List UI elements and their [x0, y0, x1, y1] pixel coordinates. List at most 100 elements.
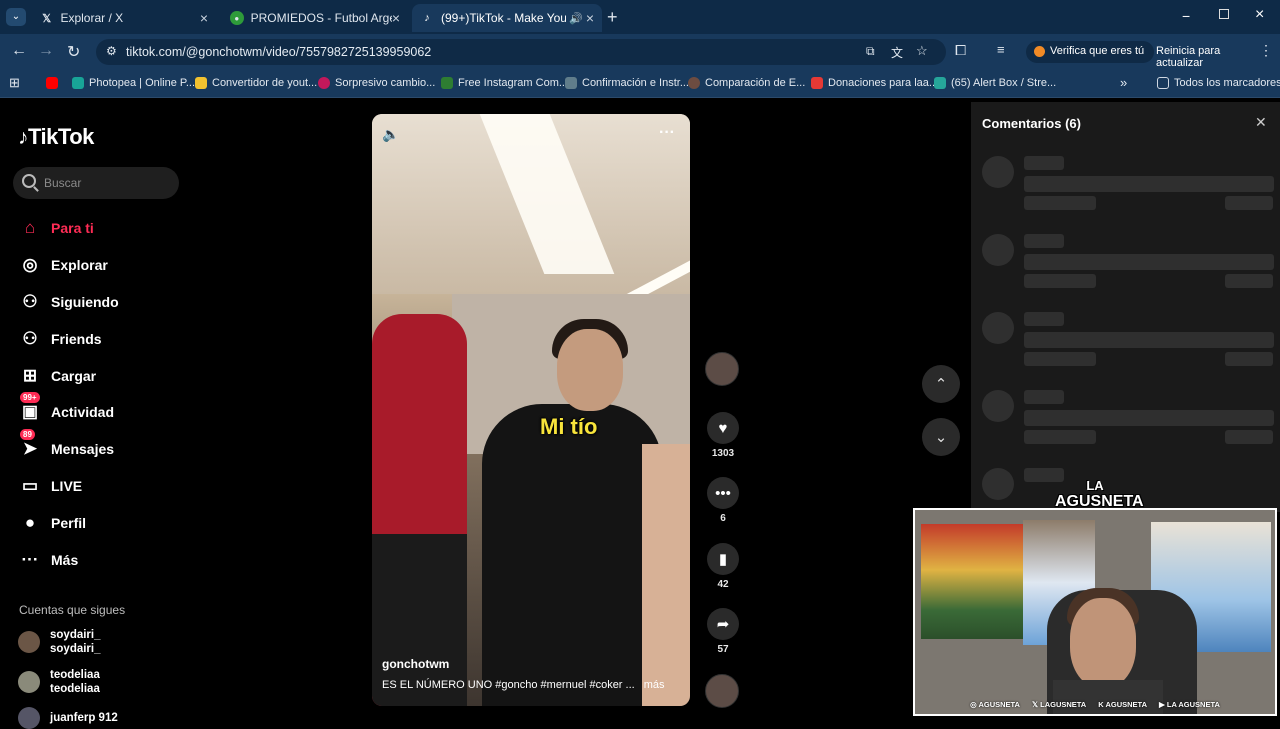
nav-label: Más: [51, 552, 79, 568]
tab-title: Explorar / X: [60, 11, 124, 25]
skeleton-line: [1225, 430, 1273, 444]
volume-icon[interactable]: 🔈: [382, 126, 399, 143]
close-tab-icon[interactable]: ×: [392, 10, 400, 26]
compass-icon: ◎: [22, 255, 38, 274]
install-app-icon[interactable]: ⧉: [866, 44, 875, 59]
tab-explorar-x[interactable]: 𝕏 Explorar / X ×: [32, 4, 216, 32]
avatar: [18, 671, 40, 693]
tab-search-button[interactable]: ⌄: [6, 8, 26, 26]
previous-video-button[interactable]: ⌃: [922, 365, 960, 403]
news-icon: [318, 77, 330, 89]
close-tab-icon[interactable]: ×: [200, 10, 208, 26]
video-username[interactable]: gonchotwm: [382, 657, 449, 671]
like-button[interactable]: ♥ 1303: [706, 412, 740, 459]
more-link[interactable]: más: [644, 679, 665, 691]
followed-account[interactable]: teodeliaa teodeliaa: [18, 668, 100, 696]
notification-badge: 89: [20, 429, 35, 440]
skeleton-line: [1225, 352, 1273, 366]
tab-promiedos[interactable]: ● PROMIEDOS - Futbol Argentino ×: [222, 4, 408, 32]
skeleton-line: [1024, 254, 1274, 270]
heart-icon: ♥: [707, 412, 739, 444]
share-button[interactable]: ➦ 57: [706, 608, 740, 655]
bookmark-label: Photopea | Online P...: [89, 77, 196, 89]
more-options-icon[interactable]: ···: [659, 124, 675, 142]
skeleton-line: [1024, 274, 1096, 288]
nav-item-cargar[interactable]: ⊞ Cargar: [20, 364, 96, 388]
nav-item-explorar[interactable]: ◎ Explorar: [20, 253, 108, 277]
site-info-icon[interactable]: ⚙: [106, 44, 117, 58]
tiktok-logo[interactable]: ♪TikTok: [18, 124, 94, 150]
promiedos-icon: ●: [230, 11, 244, 25]
tab-tiktok[interactable]: ♪ (99+)TikTok - Make Your Day 🔊 ×: [412, 4, 602, 32]
creator-avatar[interactable]: [705, 352, 739, 386]
all-bookmarks-button[interactable]: Todos los marcadores: [1157, 77, 1280, 89]
nav-item-para-ti[interactable]: ⌂ Para ti: [20, 216, 94, 240]
forward-button[interactable]: →: [38, 42, 54, 60]
url-text: tiktok.com/@gonchotwm/video/755798272513…: [126, 45, 432, 59]
nav-item-mensajes[interactable]: ➤ Mensajes: [20, 437, 114, 461]
account-name: juanferp 912: [50, 712, 118, 724]
next-video-button[interactable]: ⌄: [922, 418, 960, 456]
search-input[interactable]: Buscar: [13, 167, 179, 199]
friends-icon: ⚇: [22, 329, 38, 348]
bookmark-item[interactable]: Donaciones para laa...: [811, 77, 938, 89]
share-icon: ➦: [707, 608, 739, 640]
video-player[interactable]: Mi tío 🔈 ··· gonchotwm ES EL NÚMERO UNO …: [372, 114, 690, 706]
close-tab-icon[interactable]: ×: [586, 10, 594, 26]
apps-grid-icon[interactable]: ⊞: [9, 75, 20, 91]
reload-button[interactable]: ↻: [67, 42, 80, 62]
followed-account[interactable]: juanferp 912: [18, 707, 118, 729]
chevron-up-icon: ⌃: [934, 376, 948, 393]
bookmark-item[interactable]: Confirmación e Instr...: [565, 77, 689, 89]
extensions-icon[interactable]: ⧠: [955, 42, 966, 59]
kick-handle: K AGUSNETA: [1098, 699, 1147, 709]
nav-item-más[interactable]: ··· Más: [20, 548, 79, 572]
comment-icon: •••: [707, 477, 739, 509]
nav-item-friends[interactable]: ⚇ Friends: [20, 327, 101, 351]
following-title: Cuentas que sigues: [19, 603, 126, 617]
bookmark-item[interactable]: Comparación de E...: [688, 77, 805, 89]
url-bar[interactable]: ⚙ tiktok.com/@gonchotwm/video/7557982725…: [96, 39, 946, 65]
bookmark-item[interactable]: Convertidor de yout...: [195, 77, 317, 89]
new-tab-button[interactable]: +: [607, 7, 618, 28]
bookmark-item[interactable]: (65) Alert Box / Stre...: [934, 77, 1056, 89]
bookmark-star-icon[interactable]: ☆: [916, 43, 928, 59]
address-toolbar: ← → ↻ ⚙ tiktok.com/@gonchotwm/video/7557…: [0, 34, 1280, 70]
bookmark-item[interactable]: Photopea | Online P...: [72, 77, 195, 89]
bookmark-label: Donaciones para laa...: [828, 77, 939, 89]
bookmark-item[interactable]: Free Instagram Com...: [441, 77, 568, 89]
speaker-icon[interactable]: 🔊: [569, 12, 583, 25]
skeleton-line: [1024, 156, 1064, 170]
bookmark-label: Confirmación e Instr...: [582, 77, 689, 89]
nav-item-siguiendo[interactable]: ⚇ Siguiendo: [20, 290, 118, 314]
maximize-button[interactable]: [1219, 9, 1229, 19]
comment-count: 6: [720, 513, 726, 524]
youtube-icon: [46, 77, 58, 89]
webcam-brand-logo: LA AGUSNETA: [1055, 478, 1144, 511]
media-control-icon[interactable]: ≡: [997, 42, 1005, 57]
verify-button[interactable]: Verifica que eres tú: [1026, 41, 1155, 63]
more-bookmarks-button[interactable]: »: [1120, 75, 1127, 90]
menu-icon[interactable]: ⋮: [1259, 42, 1273, 59]
upload-icon: ⊞: [22, 366, 38, 385]
skeleton-avatar: [982, 156, 1014, 188]
skeleton-line: [1024, 196, 1096, 210]
nav-label: Perfil: [51, 515, 87, 531]
nav-item-live[interactable]: ▭ LIVE: [20, 474, 82, 498]
comment-button[interactable]: ••• 6: [706, 477, 740, 524]
minimize-button[interactable]: −: [1182, 8, 1190, 24]
followed-account[interactable]: soydairi_ soydairi_: [18, 628, 101, 656]
folder-icon: [1157, 77, 1169, 89]
bookmark-item[interactable]: Sorpresivo cambio...: [318, 77, 435, 89]
back-button[interactable]: ←: [11, 42, 27, 60]
nav-item-actividad[interactable]: ▣ Actividad: [20, 400, 114, 424]
close-window-button[interactable]: ×: [1255, 6, 1264, 24]
close-icon[interactable]: ✕: [1255, 114, 1267, 131]
skeleton-line: [1225, 274, 1273, 288]
avatar: [18, 631, 40, 653]
sound-avatar[interactable]: [705, 674, 739, 708]
nav-item-perfil[interactable]: ● Perfil: [20, 511, 86, 535]
bookmark-youtube[interactable]: [46, 77, 63, 89]
save-button[interactable]: ▮ 42: [706, 543, 740, 590]
translate-icon[interactable]: 文: [891, 44, 903, 61]
